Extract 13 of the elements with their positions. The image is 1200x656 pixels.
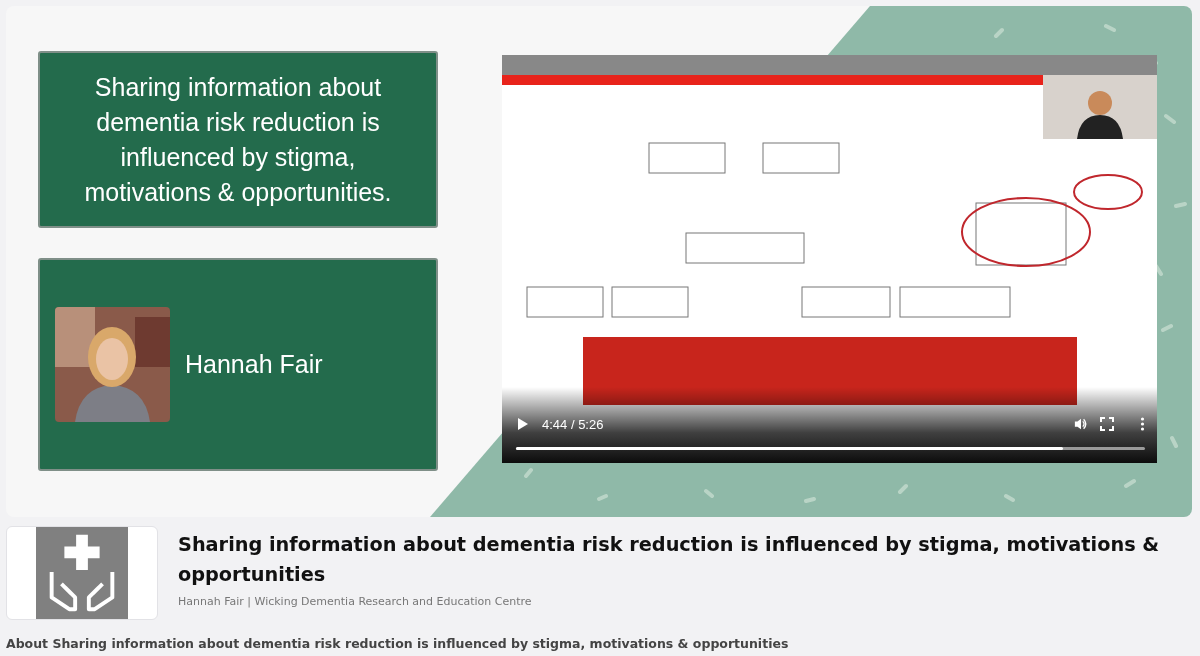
video-player[interactable]: 4:44 / 5:26: [502, 55, 1157, 463]
byline: Hannah Fair | Wicking Dementia Research and Education Centre: [178, 595, 533, 608]
volume-icon[interactable]: [1074, 417, 1088, 431]
card-title: Sharing information about dementia risk reduction is influenced by stigma, motivations & opportunities.: [83, 71, 393, 208]
time-display: 4:44 / 5:26: [542, 416, 604, 432]
play-icon[interactable]: [516, 417, 530, 431]
video-title: Sharing information about dementia risk reduction is influenced by stigma, motivations & opportunities: [178, 532, 1161, 588]
hands-cross-icon: [35, 527, 129, 619]
thumbnail[interactable]: [6, 526, 158, 620]
fullscreen-icon[interactable]: [1100, 417, 1114, 431]
presenter-name: Hannah Fair: [185, 350, 323, 379]
more-options-icon[interactable]: [1140, 417, 1145, 431]
about-heading: About Sharing information about dementia risk reduction is influenced by stigma, motivations & opportunities: [6, 636, 790, 651]
